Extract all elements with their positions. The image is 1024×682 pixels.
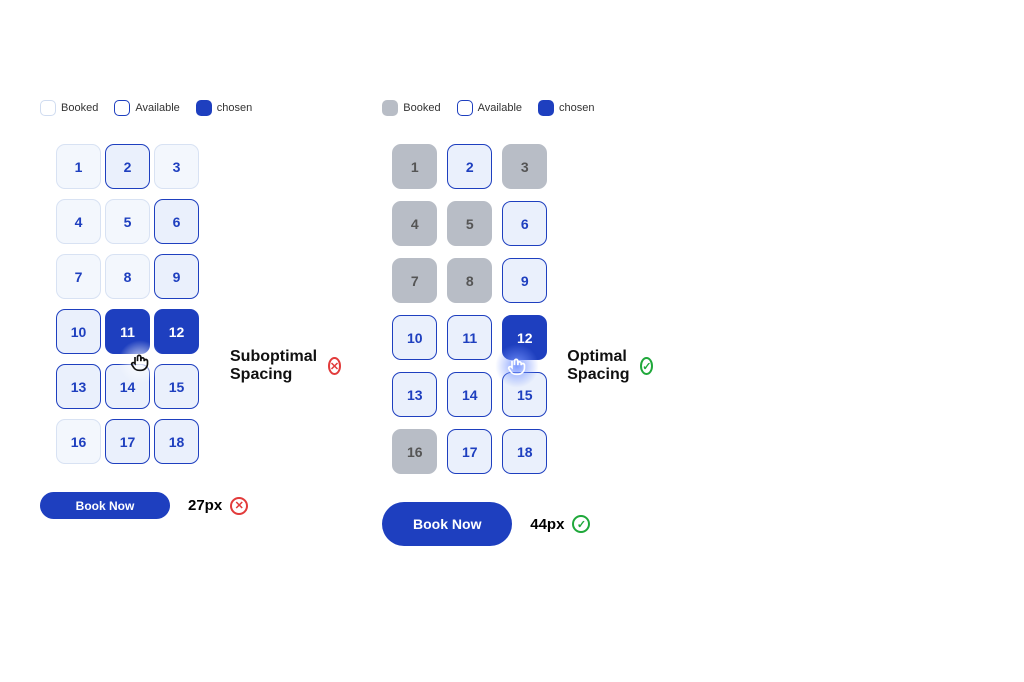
seat-5[interactable]: 5	[105, 199, 150, 244]
size-label-left: 27px	[188, 497, 248, 515]
seat-7[interactable]: 7	[56, 254, 101, 299]
seat-18[interactable]: 18	[154, 419, 199, 464]
seat-4[interactable]: 4	[56, 199, 101, 244]
swatch-booked-icon	[382, 100, 398, 116]
seat-2[interactable]: 2	[447, 144, 492, 189]
caption-suboptimal: Suboptimal Spacing	[230, 348, 341, 384]
panel-optimal: Booked Available chosen 1234567891011121…	[382, 100, 594, 546]
caption-optimal-text: Optimal Spacing	[567, 348, 634, 384]
legend: Booked Available chosen	[382, 100, 594, 116]
pass-badge-icon	[572, 515, 590, 533]
size-value-right: 44px	[530, 516, 564, 533]
seat-10[interactable]: 10	[56, 309, 101, 354]
seat-7[interactable]: 7	[392, 258, 437, 303]
seat-6[interactable]: 6	[154, 199, 199, 244]
legend: Booked Available chosen	[40, 100, 252, 116]
legend-booked-label: Booked	[61, 102, 98, 114]
legend-chosen: chosen	[538, 100, 594, 116]
swatch-available-icon	[114, 100, 130, 116]
legend-available: Available	[114, 100, 179, 116]
book-now-button-right[interactable]: Book Now	[382, 502, 512, 546]
seat-15[interactable]: 15	[502, 372, 547, 417]
seat-9[interactable]: 9	[154, 254, 199, 299]
legend-chosen-label: chosen	[559, 102, 594, 114]
fail-badge-icon	[230, 497, 248, 515]
seat-3[interactable]: 3	[154, 144, 199, 189]
seat-1[interactable]: 1	[392, 144, 437, 189]
book-row-left: Book Now 27px	[40, 492, 252, 519]
seat-12[interactable]: 12	[502, 315, 547, 360]
seat-2[interactable]: 2	[105, 144, 150, 189]
legend-booked: Booked	[382, 100, 440, 116]
seat-5[interactable]: 5	[447, 201, 492, 246]
seat-8[interactable]: 8	[447, 258, 492, 303]
caption-suboptimal-text: Suboptimal Spacing	[230, 348, 322, 384]
seat-grid-left: 123456789101112131415161718	[40, 144, 215, 464]
seat-18[interactable]: 18	[502, 429, 547, 474]
swatch-booked-icon	[40, 100, 56, 116]
book-row-right: Book Now 44px	[382, 502, 594, 546]
seat-12[interactable]: 12	[154, 309, 199, 354]
seat-6[interactable]: 6	[502, 201, 547, 246]
seat-13[interactable]: 13	[392, 372, 437, 417]
seat-10[interactable]: 10	[392, 315, 437, 360]
seat-16[interactable]: 16	[392, 429, 437, 474]
seat-9[interactable]: 9	[502, 258, 547, 303]
seat-8[interactable]: 8	[105, 254, 150, 299]
legend-chosen: chosen	[196, 100, 252, 116]
fail-badge-icon	[328, 357, 341, 375]
seat-14[interactable]: 14	[105, 364, 150, 409]
pass-badge-icon	[640, 357, 653, 375]
seat-13[interactable]: 13	[56, 364, 101, 409]
legend-available: Available	[457, 100, 522, 116]
legend-booked: Booked	[40, 100, 98, 116]
seat-11[interactable]: 11	[447, 315, 492, 360]
seat-11[interactable]: 11	[105, 309, 150, 354]
seat-grid-right: 123456789101112131415161718	[382, 144, 557, 474]
size-value-left: 27px	[188, 497, 222, 514]
swatch-chosen-icon	[196, 100, 212, 116]
seat-1[interactable]: 1	[56, 144, 101, 189]
size-label-right: 44px	[530, 515, 590, 533]
legend-available-label: Available	[135, 102, 179, 114]
seat-17[interactable]: 17	[447, 429, 492, 474]
seat-17[interactable]: 17	[105, 419, 150, 464]
legend-available-label: Available	[478, 102, 522, 114]
seat-4[interactable]: 4	[392, 201, 437, 246]
legend-chosen-label: chosen	[217, 102, 252, 114]
seat-3[interactable]: 3	[502, 144, 547, 189]
seat-15[interactable]: 15	[154, 364, 199, 409]
book-now-button-left[interactable]: Book Now	[40, 492, 170, 519]
seat-14[interactable]: 14	[447, 372, 492, 417]
caption-optimal: Optimal Spacing	[567, 348, 653, 384]
seat-16[interactable]: 16	[56, 419, 101, 464]
swatch-chosen-icon	[538, 100, 554, 116]
swatch-available-icon	[457, 100, 473, 116]
legend-booked-label: Booked	[403, 102, 440, 114]
panel-suboptimal: Booked Available chosen 1234567891011121…	[40, 100, 252, 546]
